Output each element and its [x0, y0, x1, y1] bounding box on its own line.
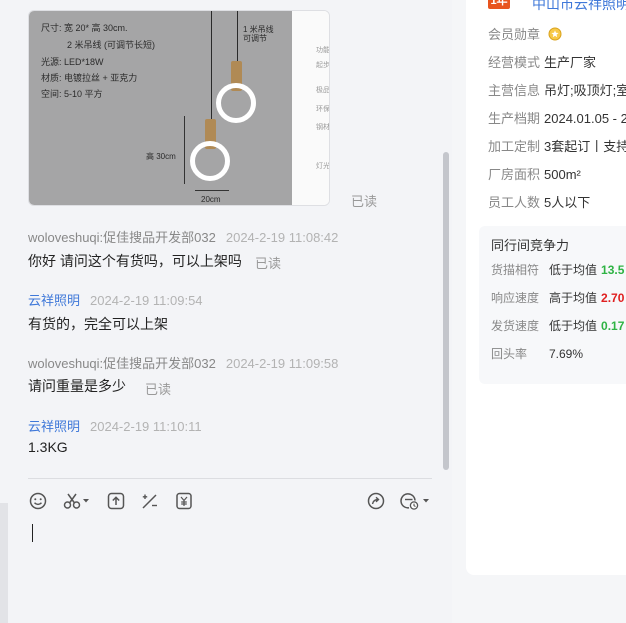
product-image-message[interactable]: 尺寸: 宽 20* 高 30cm. 2 米吊线 (可调节长短) 光源: LED*… — [28, 10, 330, 206]
competition-row: 响应速度 高于均值 2.70 — [491, 289, 624, 306]
side-text: 起步 — [316, 62, 330, 69]
competition-label: 货描相符 — [491, 263, 540, 277]
message-header: woloveshuqi:促佳搜品开发部032 2024-2-19 11:09:58 — [28, 353, 338, 372]
info-label: 加工定制 — [488, 139, 541, 154]
info-row-medal: 会员勋章 — [488, 24, 562, 44]
height-note: 高 30cm — [146, 152, 176, 161]
message-text: 有货的，完全可以上架 — [28, 316, 168, 332]
competition-compare: 高于均值 — [549, 291, 598, 305]
width-dimension-line — [195, 190, 229, 191]
competition-value: 2.70 — [601, 291, 625, 305]
message-input[interactable] — [32, 524, 33, 542]
competition-value: 7.69% — [549, 347, 584, 361]
sender-name[interactable]: woloveshuqi:促佳搜品开发部032 — [28, 230, 216, 245]
message-time: 2024-2-19 11:08:42 — [225, 230, 339, 245]
side-text: 灯光 — [316, 163, 330, 170]
lamp-ring-1 — [216, 83, 256, 123]
cord-note-1: 1 米吊线 — [243, 25, 274, 34]
height-dimension-line — [184, 116, 185, 184]
sender-name[interactable]: 云祥照明 — [28, 419, 80, 434]
product-photo: 尺寸: 宽 20* 高 30cm. 2 米吊线 (可调节长短) 光源: LED*… — [29, 11, 292, 205]
message-text: 请问重量是多少 — [28, 378, 126, 394]
info-value: 500m² — [544, 167, 581, 182]
lamp-cord-2 — [211, 11, 212, 121]
input-area-edge — [0, 503, 8, 623]
coupon-icon[interactable] — [175, 490, 193, 512]
lamp-ring-2 — [190, 141, 230, 181]
competition-row: 货描相符 低于均值 13.5 — [491, 261, 624, 278]
message-header: 云祥照明 2024-2-19 11:10:11 — [28, 416, 202, 435]
info-value: 5人以下 — [544, 195, 591, 210]
read-status: 已读 — [145, 382, 172, 397]
medal-icon[interactable] — [548, 27, 562, 44]
product-photo-side: 功能 起步 极品 环保 钢材 灯光 — [292, 11, 330, 205]
competition-label: 发货速度 — [491, 319, 540, 333]
competition-title: 同行间竞争力 — [491, 238, 570, 253]
spec-light: 光源: LED*18W — [41, 57, 104, 67]
message-text: 你好 请问这个有货吗，可以上架吗 — [28, 253, 242, 269]
competition-value: 13.5 — [601, 263, 625, 277]
width-note: 20cm — [201, 195, 221, 204]
sender-name[interactable]: woloveshuqi:促佳搜品开发部032 — [28, 356, 216, 371]
competition-value: 0.17 — [601, 319, 625, 333]
scissors-icon[interactable] — [63, 490, 91, 512]
competition-row: 回头率 7.69% — [491, 345, 583, 362]
info-value: 生产厂家 — [544, 55, 597, 70]
competition-label: 响应速度 — [491, 291, 540, 305]
info-row: 主营信息吊灯;吸顶灯;室内 — [488, 80, 626, 99]
info-row: 厂房面积 500m² — [488, 164, 581, 183]
spec-space: 空间: 5-10 平方 — [41, 89, 103, 99]
info-row: 经营模式 生产厂家 — [488, 52, 596, 71]
spec-material: 材质: 电镀拉丝 + 亚克力 — [41, 73, 138, 83]
info-row: 加工定制3套起订丨支持定 — [488, 136, 626, 155]
company-name-link[interactable]: 中山市云祥照明 — [532, 0, 626, 14]
competition-compare: 低于均值 — [549, 319, 598, 333]
side-text: 极品 — [316, 87, 330, 94]
info-row: 生产档期 2024.01.05 - 2 — [488, 108, 626, 127]
spec-size: 尺寸: 宽 20* 高 30cm. — [41, 23, 128, 33]
info-label: 员工人数 — [488, 195, 541, 210]
history-icon[interactable] — [400, 490, 432, 512]
info-label: 厂房面积 — [488, 167, 541, 182]
info-value: 2024.01.05 - 2 — [544, 111, 626, 126]
lamp-cord-1 — [237, 11, 238, 63]
info-value: 吊灯;吸顶灯;室内 — [544, 83, 626, 98]
read-status: 已读 — [351, 194, 378, 209]
spec-cord: 2 米吊线 (可调节长短) — [67, 40, 156, 50]
message-header: 云祥照明 2024-2-19 11:09:54 — [28, 290, 203, 309]
info-label: 会员勋章 — [488, 27, 541, 42]
info-row: 员工人数 5人以下 — [488, 192, 590, 211]
membership-year-badge: 1年 — [488, 0, 510, 9]
competition-row: 发货速度 低于均值 0.17 — [491, 317, 624, 334]
message-text: 1.3KG — [28, 439, 68, 455]
info-label: 主营信息 — [488, 83, 541, 98]
competition-compare: 低于均值 — [549, 263, 598, 277]
share-icon[interactable] — [367, 490, 385, 512]
emoji-icon[interactable] — [29, 490, 47, 512]
info-label: 经营模式 — [488, 55, 541, 70]
message-time: 2024-2-19 11:10:11 — [90, 419, 202, 434]
side-text: 环保 — [316, 106, 330, 113]
side-text: 钢材 — [316, 124, 330, 131]
read-status: 已读 — [255, 256, 282, 271]
info-label: 生产档期 — [488, 111, 541, 126]
upload-icon[interactable] — [107, 490, 125, 512]
competition-label: 回头率 — [491, 347, 528, 361]
info-value: 3套起订丨支持定 — [544, 139, 626, 154]
input-divider — [28, 478, 432, 479]
side-text: 功能 — [316, 47, 330, 54]
cord-note-2: 可调节 — [243, 34, 267, 43]
message-time: 2024-2-19 11:09:54 — [90, 293, 203, 308]
quick-phrase-icon[interactable] — [141, 490, 159, 512]
chat-scrollbar[interactable] — [443, 152, 449, 470]
message-time: 2024-2-19 11:09:58 — [225, 356, 339, 371]
message-header: woloveshuqi:促佳搜品开发部032 2024-2-19 11:08:42 — [28, 227, 338, 246]
sender-name[interactable]: 云祥照明 — [28, 293, 80, 308]
